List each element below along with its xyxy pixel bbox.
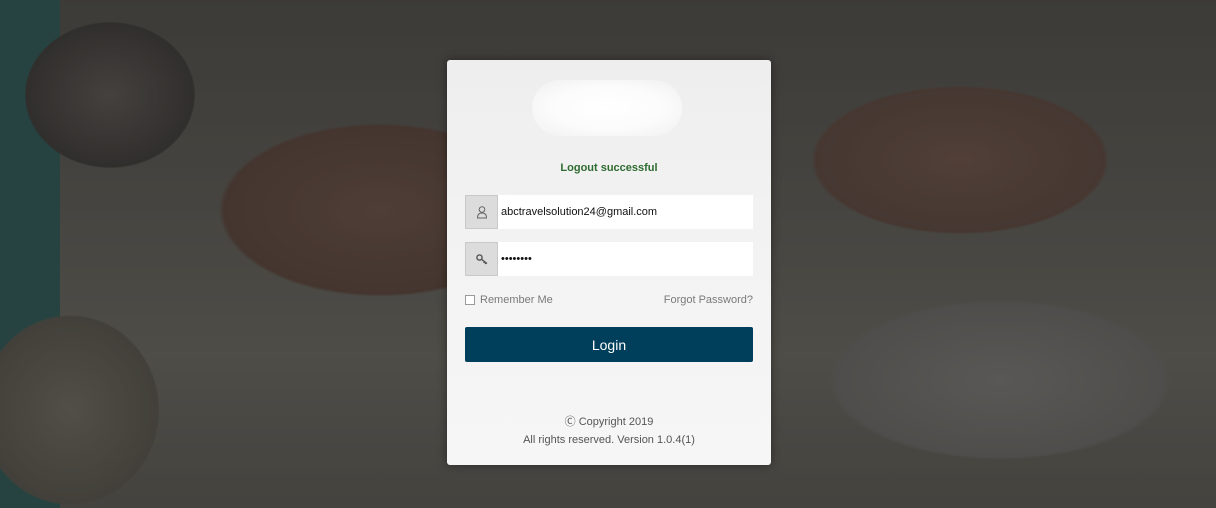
email-input[interactable] [498, 195, 753, 229]
login-options-row: Remember Me Forgot Password? [465, 294, 753, 308]
user-icon [465, 195, 498, 229]
footer: Ⓒ Copyright 2019 All rights reserved. Ve… [447, 413, 771, 449]
password-input[interactable] [498, 242, 753, 276]
login-card: Logout successful Remember Me Forgot Pas… [447, 60, 771, 465]
key-icon [465, 242, 498, 276]
checkbox-icon[interactable] [465, 295, 475, 305]
rights-version-text: All rights reserved. Version 1.0.4(1) [523, 434, 695, 446]
remember-me-label: Remember Me [480, 294, 553, 306]
login-button[interactable]: Login [465, 327, 753, 362]
password-field-group [465, 242, 753, 276]
email-field-group [465, 195, 753, 229]
remember-me-checkbox[interactable]: Remember Me [465, 294, 553, 306]
copyright-text: Ⓒ Copyright 2019 [564, 416, 654, 428]
company-logo [532, 80, 682, 136]
status-message: Logout successful [560, 162, 658, 174]
forgot-password-link[interactable]: Forgot Password? [664, 294, 753, 306]
